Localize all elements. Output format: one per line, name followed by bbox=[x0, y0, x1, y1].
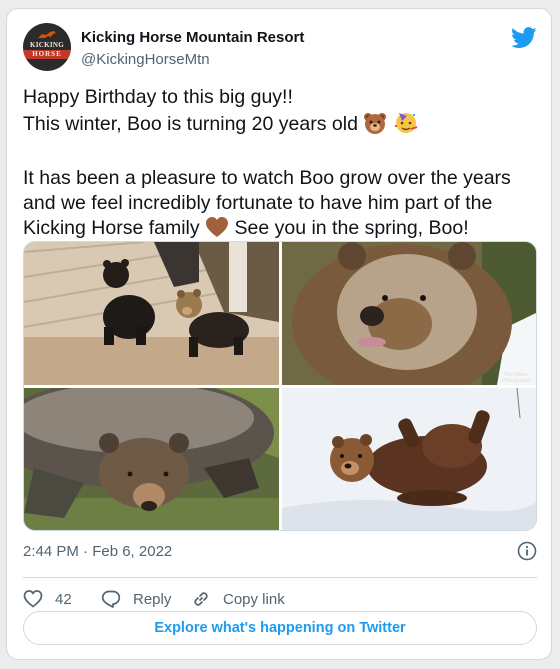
avatar[interactable]: KICKING HORSE bbox=[23, 23, 71, 71]
tweet-line-text: This winter, Boo is turning 20 years old bbox=[23, 113, 358, 135]
horse-logo-icon bbox=[38, 31, 56, 38]
partying-face-emoji bbox=[393, 110, 419, 141]
info-icon[interactable] bbox=[517, 541, 537, 561]
photo-bear-rolling-in-snow[interactable] bbox=[282, 388, 536, 530]
avatar-logo-line1: KICKING bbox=[30, 41, 64, 49]
reply-bubble-icon bbox=[101, 590, 121, 608]
author-handle[interactable]: @KickingHorseMtn bbox=[81, 51, 210, 68]
heart-icon bbox=[23, 590, 43, 608]
grizzly-resting-image bbox=[24, 388, 279, 530]
author-name[interactable]: Kicking Horse Mountain Resort bbox=[81, 29, 304, 46]
photo-grizzly-closeup[interactable]: Tom Adam Photography bbox=[282, 242, 536, 385]
tweet-meta: 2:44 PM · Feb 6, 2022 bbox=[23, 541, 537, 561]
bear-cubs-image bbox=[24, 242, 279, 385]
link-icon bbox=[194, 592, 208, 606]
tweet-line: and we feel incredibly fortunate to have… bbox=[23, 192, 493, 214]
tweet-line-text: Kicking Horse family bbox=[23, 217, 200, 239]
reply-label: Reply bbox=[133, 590, 172, 608]
bear-face-emoji bbox=[363, 112, 387, 141]
tweet-header: KICKING HORSE Kicking Horse Mountain Res… bbox=[23, 23, 537, 71]
photo-grizzly-resting[interactable] bbox=[24, 388, 279, 530]
bear-in-snow-image bbox=[282, 388, 536, 530]
grizzly-closeup-image: Tom Adam Photography bbox=[282, 242, 536, 385]
tweet-timestamp[interactable]: 2:44 PM · Feb 6, 2022 bbox=[23, 543, 172, 560]
tweet-line-text: See you in the spring, Boo! bbox=[234, 217, 469, 239]
avatar-logo-line2: HORSE bbox=[23, 50, 71, 59]
photo-grid: Tom Adam Photography bbox=[23, 241, 537, 531]
copy-link-label: Copy link bbox=[223, 590, 285, 608]
photo-two-bear-cubs[interactable] bbox=[24, 242, 279, 385]
tweet-card: KICKING HORSE Kicking Horse Mountain Res… bbox=[6, 8, 552, 660]
tweet-line: Happy Birthday to this big guy!! bbox=[23, 86, 293, 108]
photo-watermark: Photography bbox=[502, 378, 531, 384]
divider bbox=[23, 577, 537, 578]
tweet-text: Happy Birthday to this big guy!! This wi… bbox=[23, 85, 543, 245]
tweet-line: This winter, Boo is turning 20 years old bbox=[23, 110, 543, 141]
twitter-bird-icon[interactable] bbox=[511, 27, 537, 49]
like-count: 42 bbox=[55, 590, 72, 608]
explore-twitter-button[interactable]: Explore what's happening on Twitter bbox=[23, 611, 537, 645]
tweet-line: It has been a pleasure to watch Boo grow… bbox=[23, 167, 511, 189]
